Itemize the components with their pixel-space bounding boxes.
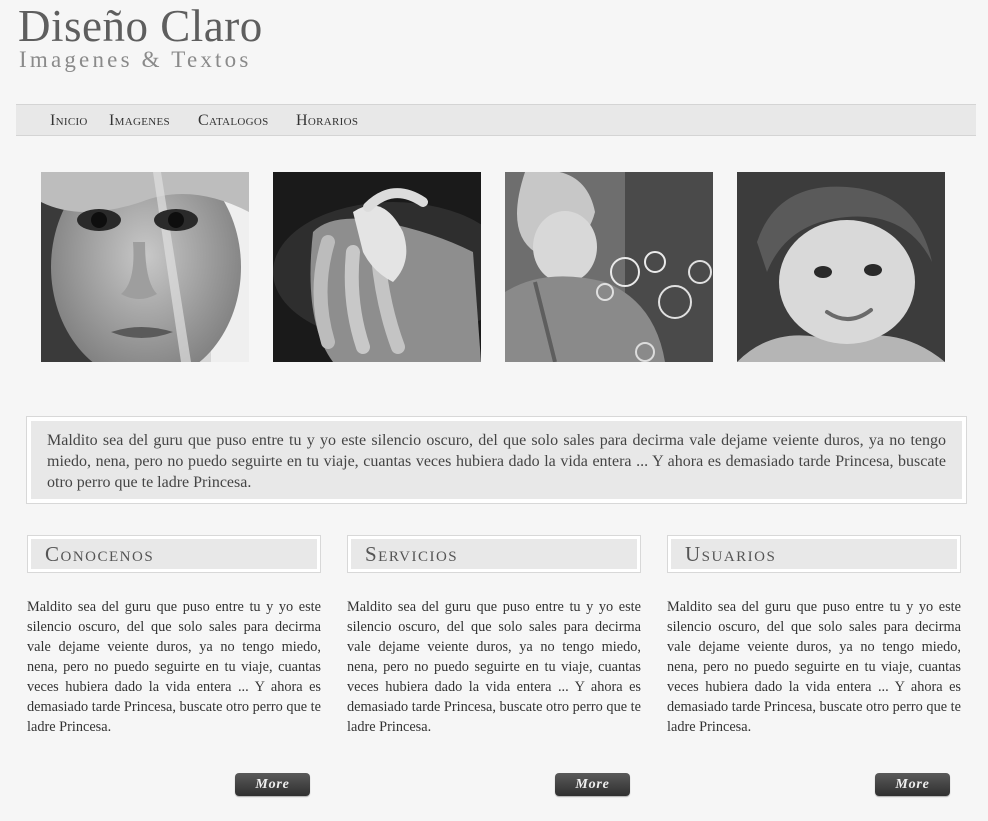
column-heading-box: Servicios — [347, 535, 641, 573]
column-heading-box: Usuarios — [667, 535, 961, 573]
column-text: Maldito sea del guru que puso entre tu y… — [667, 599, 961, 735]
intro-text: Maldito sea del guru que puso entre tu y… — [31, 421, 962, 499]
nav-item-horarios[interactable]: Horarios — [296, 112, 358, 130]
column-usuarios: Usuarios Maldito sea del guru que puso e… — [667, 535, 961, 737]
gallery-photo-girl-face[interactable] — [41, 172, 249, 362]
site-title: Diseño Claro — [18, 1, 263, 51]
nav-item-inicio[interactable]: Inicio — [50, 112, 88, 130]
column-servicios: Servicios Maldito sea del guru que puso … — [347, 535, 641, 737]
column-conocenos: Conocenos Maldito sea del guru que puso … — [27, 535, 321, 737]
photo-image — [41, 172, 249, 362]
column-heading-box: Conocenos — [27, 535, 321, 573]
photo-image — [273, 172, 481, 362]
column-heading: Usuarios — [671, 539, 957, 569]
photo-image — [737, 172, 945, 362]
column-text: Maldito sea del guru que puso entre tu y… — [347, 599, 641, 735]
more-button-conocenos[interactable]: More — [235, 773, 310, 796]
gallery-photo-smiling-child[interactable] — [737, 172, 945, 362]
gallery-photo-hands[interactable] — [273, 172, 481, 362]
nav-item-imagenes[interactable]: Imagenes — [109, 112, 170, 130]
main-nav: Inicio Imagenes Catalogos Horarios — [16, 104, 976, 136]
photo-image — [505, 172, 713, 362]
intro-panel: Maldito sea del guru que puso entre tu y… — [26, 416, 967, 504]
column-heading: Servicios — [351, 539, 637, 569]
more-button-usuarios[interactable]: More — [875, 773, 950, 796]
site-subtitle: Imagenes & Textos — [19, 47, 252, 72]
column-text: Maldito sea del guru que puso entre tu y… — [27, 599, 321, 735]
gallery-photo-bubbles[interactable] — [505, 172, 713, 362]
more-button-servicios[interactable]: More — [555, 773, 630, 796]
column-heading: Conocenos — [31, 539, 317, 569]
nav-item-catalogos[interactable]: Catalogos — [198, 112, 269, 130]
